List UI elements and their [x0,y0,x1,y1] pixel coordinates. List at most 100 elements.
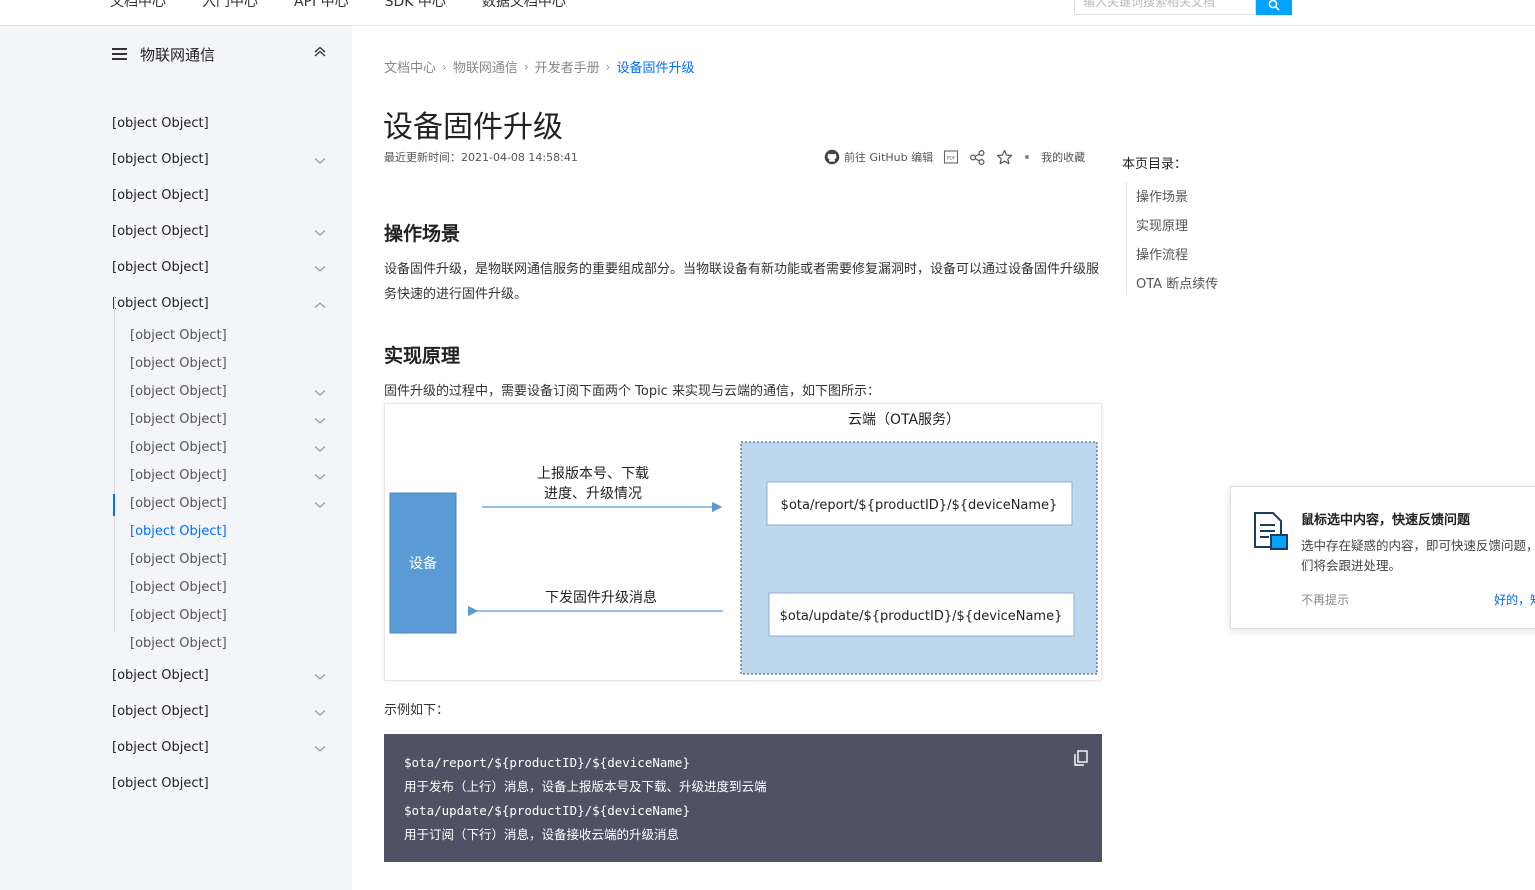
chevron-down-icon[interactable] [314,417,326,425]
chevron-wrapper[interactable] [314,742,326,757]
top-nav-item[interactable]: 文档中心 [110,0,166,11]
sidebar-subitem-label: [object Object] [130,439,227,455]
active-indicator [113,494,115,516]
top-nav-item[interactable]: 入门中心 [202,0,258,11]
sidebar-item[interactable]: [object Object] [112,257,328,277]
chevron-wrapper[interactable] [314,414,326,429]
sidebar-subitem-label: [object Object] [130,495,227,511]
sidebar-subitem[interactable]: [object Object] [130,437,328,457]
star-button[interactable] [996,149,1013,166]
chevron-wrapper[interactable] [314,262,326,277]
chevron-down-icon[interactable] [314,673,326,681]
sidebar-subitem-label: [object Object] [130,523,227,539]
search-button[interactable] [1256,0,1292,15]
chevron-up-icon[interactable] [314,301,326,309]
chevron-wrapper[interactable] [314,442,326,457]
sidebar-subitem-label: [object Object] [130,579,227,595]
chevron-down-icon[interactable] [314,157,326,165]
search-icon [1268,0,1280,11]
feedback-doc-icon [1254,512,1288,550]
chevron-wrapper[interactable] [314,706,326,721]
code-block[interactable]: $ota/report/${productID}/${deviceName} 用… [384,734,1102,862]
breadcrumb-item[interactable]: 文档中心 [384,57,436,76]
feedback-title: 鼠标选中内容，快速反馈问题 [1301,513,1471,528]
share-button[interactable] [969,149,986,166]
sidebar-item-label: [object Object] [112,151,209,167]
sidebar-subitem[interactable]: [object Object] [130,605,328,625]
sidebar-subitem[interactable]: [object Object] [130,549,328,569]
toc-item[interactable]: OTA 断点续传 [1136,273,1218,292]
sidebar-item[interactable]: [object Object] [112,665,328,685]
breadcrumb-item[interactable]: 物联网通信 [453,57,518,76]
sidebar-subitem[interactable]: [object Object] [130,409,328,429]
chevron-wrapper[interactable] [314,226,326,241]
top-nav-item[interactable]: SDK 中心 [385,0,446,11]
example-label: 示例如下： [384,703,450,718]
pdf-button[interactable]: PDF [943,149,959,165]
sidebar-item[interactable]: [object Object] [112,149,328,169]
copy-icon[interactable] [1074,750,1088,766]
sidebar-subitem[interactable]: [object Object] [130,521,328,541]
sidebar-item[interactable]: [object Object] [112,113,328,133]
sidebar-subitem[interactable]: [object Object] [130,353,328,373]
sidebar-header[interactable]: 物联网通信 [112,44,330,64]
chevron-wrapper[interactable] [314,470,326,485]
sidebar-subitem-label: [object Object] [130,355,227,371]
chevron-down-icon[interactable] [314,265,326,273]
sidebar-subitem[interactable]: [object Object] [130,381,328,401]
sidebar-item-label: [object Object] [112,703,209,719]
top-navigation-bar: 文档中心 入门中心 API 中心 SDK 中心 数据文档中心 输入关键词搜索相关… [0,0,1535,26]
sidebar-subitem[interactable]: [object Object] [130,493,328,513]
toc-item[interactable]: 操作流程 [1136,244,1188,263]
chevron-right-icon: › [523,59,529,74]
sidebar-item[interactable]: [object Object] [112,701,328,721]
chevron-down-icon[interactable] [314,445,326,453]
sidebar-subitem[interactable]: [object Object] [130,325,328,345]
sidebar-subitem-label: [object Object] [130,327,227,343]
toc-item[interactable]: 操作场景 [1136,186,1188,205]
menu-icon [112,48,127,60]
code-line: $ota/report/${productID}/${deviceName} [404,755,690,770]
sidebar-item-label: [object Object] [112,775,209,791]
cloud-label: 云端（OTA服务） [848,412,960,428]
feedback-ok-button[interactable]: 好的，知道了 [1494,591,1535,608]
breadcrumb-item[interactable]: 开发者手册 [535,57,600,76]
top-nav-item[interactable]: 数据文档中心 [482,0,566,11]
github-icon [824,149,840,165]
github-edit-link[interactable]: 前往 GitHub 编辑 [824,149,933,165]
sidebar-item[interactable]: [object Object] [112,773,328,793]
chevron-wrapper[interactable] [314,670,326,685]
search-input[interactable]: 输入关键词搜索相关文档 [1074,0,1256,15]
section-title-scene: 操作场景 [384,223,461,245]
share-icon [970,149,985,165]
chevron-down-icon[interactable] [314,389,326,397]
sidebar-item-label: [object Object] [112,187,209,203]
sidebar-subitem[interactable]: [object Object] [130,633,328,653]
chevron-down-icon[interactable] [314,229,326,237]
chevron-down-icon[interactable] [314,745,326,753]
chevron-wrapper[interactable] [314,298,326,313]
sidebar-subitem[interactable]: [object Object] [130,465,328,485]
code-line: 用于发布（上行）消息，设备上报版本号及下载、升级进度到云端 [404,779,767,794]
breadcrumb: 文档中心 › 物联网通信 › 开发者手册 › 设备固件升级 [384,57,695,77]
chevron-wrapper[interactable] [314,154,326,169]
sidebar-item-label: [object Object] [112,223,209,239]
chevron-wrapper[interactable] [314,498,326,513]
section-text-principle: 固件升级的过程中，需要设备订阅下面两个 Topic 来实现与云端的通信，如下图所… [384,384,880,399]
sidebar-item-label: [object Object] [112,295,209,311]
sidebar-item[interactable]: [object Object] [112,185,328,205]
chevron-down-icon[interactable] [314,709,326,717]
chevron-down-icon[interactable] [314,473,326,481]
chevron-wrapper[interactable] [314,386,326,401]
toc-item[interactable]: 实现原理 [1136,215,1188,234]
sidebar-subitem[interactable]: [object Object] [130,577,328,597]
sidebar-item[interactable]: [object Object] [112,737,328,757]
favorites-link[interactable]: 我的收藏 [1041,149,1085,165]
sidebar-item[interactable]: [object Object] [112,293,328,313]
chevron-down-icon[interactable] [314,501,326,509]
chevron-up-icon[interactable] [314,46,326,58]
sidebar-item[interactable]: [object Object] [112,221,328,241]
sidebar-subitem-label: [object Object] [130,383,227,399]
top-nav-item[interactable]: API 中心 [294,0,349,11]
dont-show-again-button[interactable]: 不再提示 [1301,591,1349,608]
